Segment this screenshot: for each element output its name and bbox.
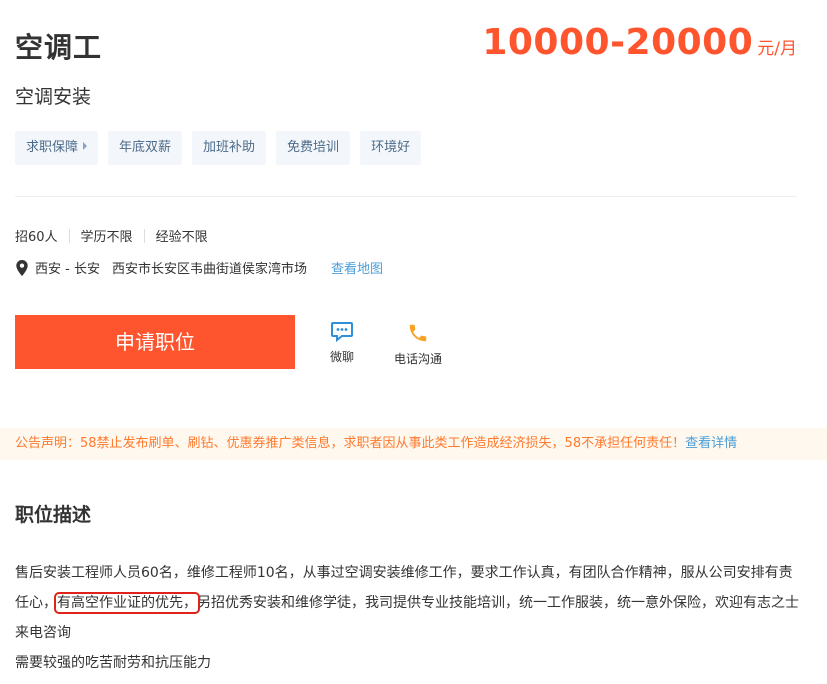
separator <box>143 228 145 243</box>
tag-item: 加班补助 <box>192 131 267 165</box>
tag-label: 求职保障 <box>26 140 79 155</box>
wechat-label: 微聊 <box>329 350 354 364</box>
phone-contact-button[interactable]: 电话沟通 <box>390 322 446 367</box>
tag-list: 求职保障 年底双薪 加班补助 免费培训 环境好 <box>15 131 422 165</box>
notice-text: 公告声明：58禁止发布刷单、刷钻、优惠券推广类信息，求职者因从事此类工作造成经济… <box>15 436 686 451</box>
divider <box>15 196 797 197</box>
location-address: 西安市长安区韦曲街道侯家湾市场 <box>111 262 307 277</box>
chat-bubble-icon <box>331 322 353 342</box>
tag-item: 免费培训 <box>276 131 351 165</box>
phone-label: 电话沟通 <box>393 352 442 366</box>
job-title: 空调工 <box>15 31 103 64</box>
apply-job-button[interactable]: 申请职位 <box>15 315 295 369</box>
education-requirement: 学历不限 <box>80 230 133 245</box>
tag-item: 环境好 <box>360 131 422 165</box>
notice-detail-link[interactable]: 查看详情 <box>685 436 737 451</box>
job-category: 空调安装 <box>15 86 92 108</box>
separator <box>68 228 70 243</box>
location-pin-icon <box>16 259 28 276</box>
salary-unit: 元/月 <box>757 39 797 59</box>
tag-item: 年底双薪 <box>108 131 183 165</box>
salary: 10000-20000 元/月 <box>482 22 797 63</box>
caret-right-icon <box>83 142 88 150</box>
view-map-link[interactable]: 查看地图 <box>331 258 383 277</box>
experience-requirement: 经验不限 <box>155 230 208 245</box>
headcount: 招60人 <box>15 230 58 245</box>
notice-banner: 公告声明：58禁止发布刷单、刷钻、优惠券推广类信息，求职者因从事此类工作造成经济… <box>0 428 827 460</box>
tag-job-guarantee[interactable]: 求职保障 <box>15 131 99 165</box>
salary-amount: 10000-20000 <box>482 22 754 63</box>
job-requirements: 招60人 学历不限 经验不限 <box>15 226 208 245</box>
phone-icon <box>409 324 427 342</box>
wechat-chat-button[interactable]: 微聊 <box>324 322 360 365</box>
section-heading: 职位描述 <box>15 504 92 526</box>
description-paragraph: 售后安装工程师人员60名，维修工程师10名，从事过空调安装维修工作，要求工作认真… <box>15 558 805 648</box>
job-description: 售后安装工程师人员60名，维修工程师10名，从事过空调安装维修工作，要求工作认真… <box>15 558 805 678</box>
highlighted-requirement: 有高空作业证的优先， <box>54 592 200 614</box>
location-area: 西安 - 长安 <box>35 262 100 277</box>
description-paragraph: 需要较强的吃苦耐劳和抗压能力 <box>15 655 211 671</box>
job-location: 西安 - 长安 西安市长安区韦曲街道侯家湾市场 查看地图 <box>15 258 383 277</box>
